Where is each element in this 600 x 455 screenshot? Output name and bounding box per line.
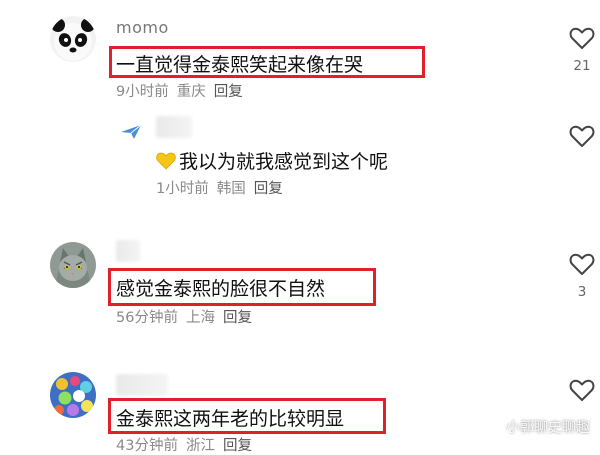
timestamp: 56分钟前 [116,310,178,326]
watermark: 小郭聊史聊趣 [486,417,590,437]
highlight-box [108,268,376,306]
heart-icon [569,125,595,147]
avatar-momo[interactable] [50,16,96,62]
comment-text-content: 我以为就我感觉到这个呢 [179,151,389,173]
like-button[interactable]: 3 [562,252,600,300]
timestamp: 1小时前 [156,181,209,197]
comment-meta: 43分钟前 浙江 回复 [116,434,260,455]
like-button[interactable] [562,378,600,402]
location: 韩国 [216,181,246,197]
comment-meta: 1小时前 韩国 回复 [156,177,291,198]
username-blurred [116,240,140,262]
watermark-text: 小郭聊史聊趣 [506,420,590,436]
comment-text: 我以为就我感觉到这个呢 [156,147,388,174]
avatar-cat[interactable] [50,242,96,288]
reply-button[interactable]: 回复 [254,181,283,197]
like-button[interactable] [562,124,600,148]
heart-icon [569,27,595,49]
yellow-heart-icon [156,152,176,170]
panda-icon [50,16,96,62]
reply-button[interactable]: 回复 [214,84,243,100]
colorful-balls-icon [50,372,96,418]
like-count: 3 [577,284,587,300]
reply-button[interactable]: 回复 [223,310,252,326]
heart-icon [569,253,595,275]
highlight-box [109,46,425,78]
like-count: 21 [573,58,591,74]
location: 浙江 [185,438,215,454]
paper-plane-icon [120,124,142,140]
comment-meta: 9小时前 重庆 回复 [116,80,251,101]
cat-icon [50,242,96,288]
username-blurred [116,374,168,396]
location: 重庆 [176,84,206,100]
username[interactable]: momo [116,18,169,37]
reply-button[interactable]: 回复 [223,438,252,454]
watermark-logo-icon [486,419,502,435]
heart-icon [569,379,595,401]
comment-meta: 56分钟前 上海 回复 [116,306,260,327]
highlight-box [108,398,386,434]
like-button[interactable]: 21 [562,26,600,74]
avatar-balls[interactable] [50,372,96,418]
timestamp: 43分钟前 [116,438,178,454]
username-blurred [156,116,192,138]
location: 上海 [185,310,215,326]
timestamp: 9小时前 [116,84,169,100]
